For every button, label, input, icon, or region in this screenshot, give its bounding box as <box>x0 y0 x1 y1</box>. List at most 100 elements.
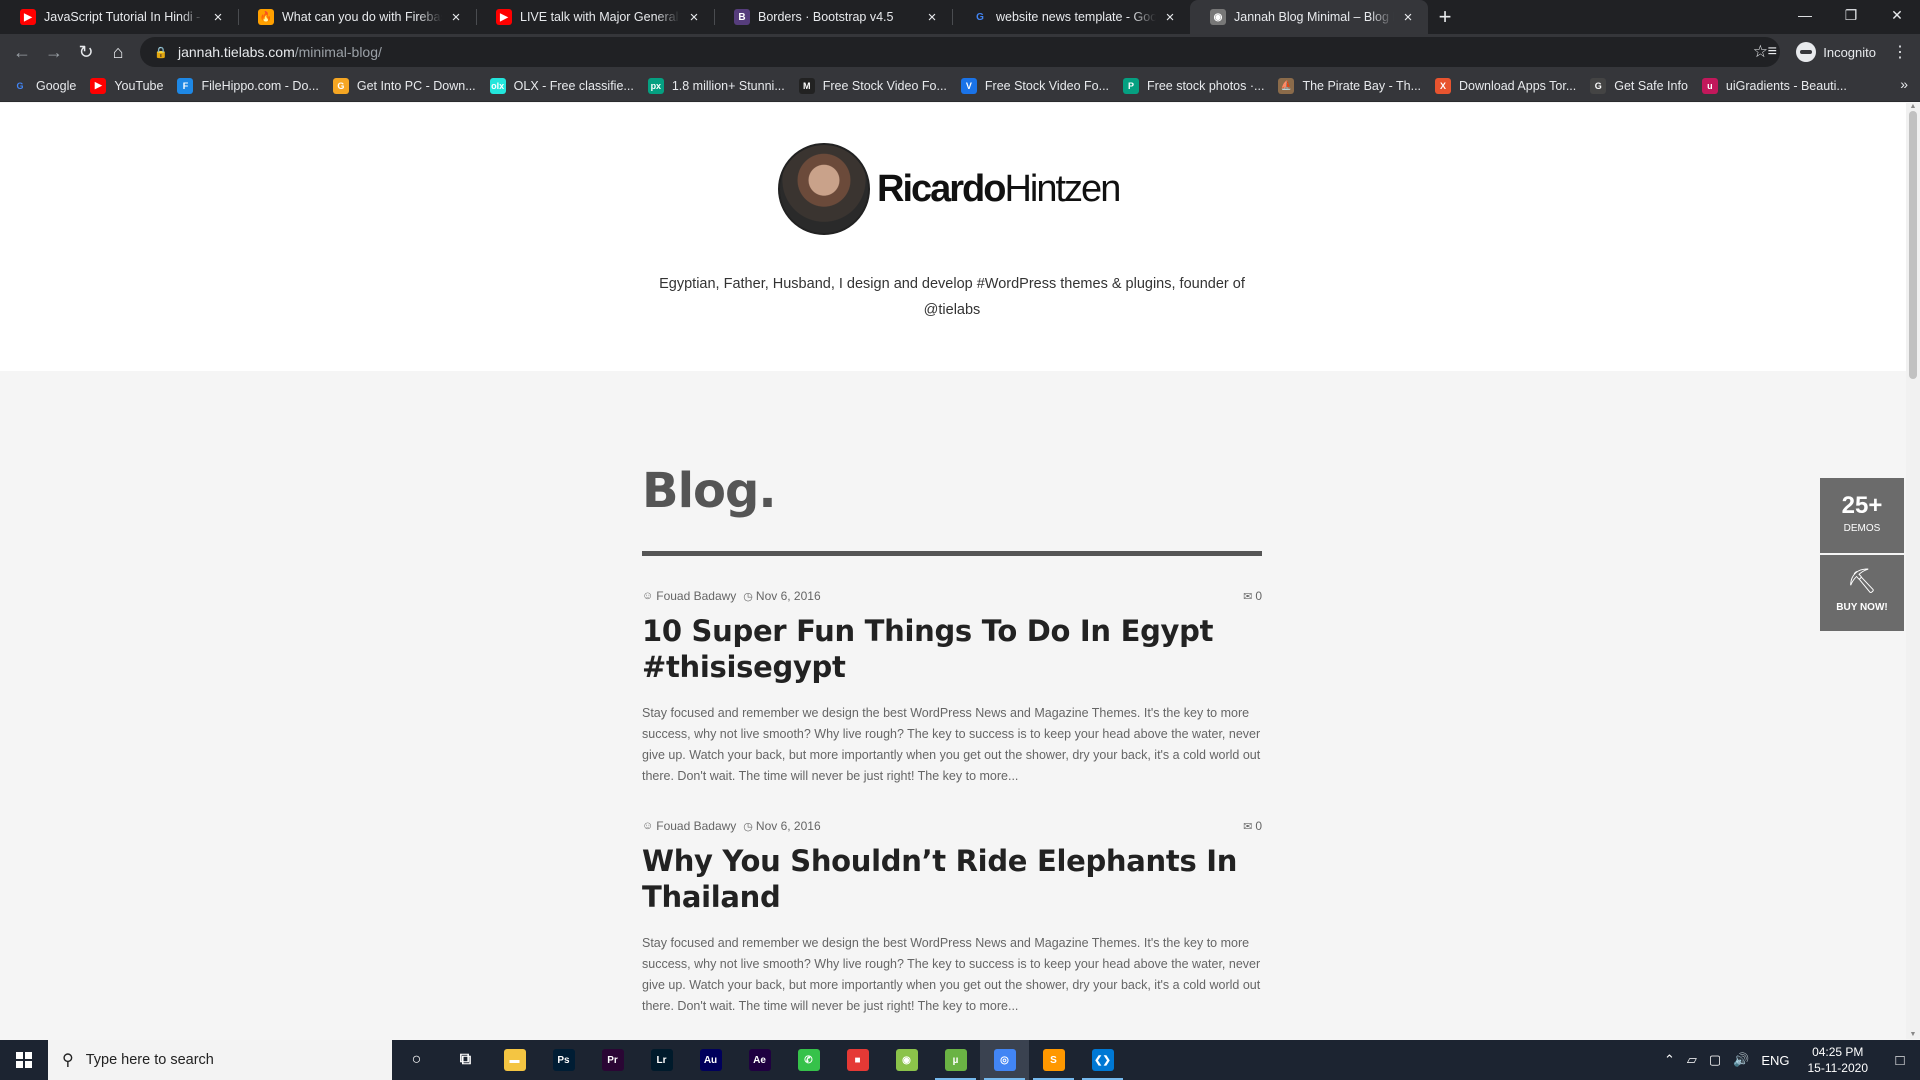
tab-close-icon[interactable]: × <box>924 9 940 26</box>
browser-tab[interactable]: 🔥 What can you do with Firebase × <box>238 0 476 34</box>
bookmark-item[interactable]: ⛵ The Pirate Bay - Th... <box>1278 77 1422 94</box>
scrollbar-thumb[interactable] <box>1909 111 1917 379</box>
browser-tab[interactable]: Gwebsite news template - Google × <box>952 0 1190 34</box>
network-icon[interactable]: ▱ <box>1687 1052 1697 1068</box>
forward-arrow-icon[interactable]: → <box>38 36 70 68</box>
bookmark-favicon-icon: olx <box>489 77 506 94</box>
taskbar-app[interactable]: Au <box>686 1040 735 1080</box>
google-icon: G <box>976 11 984 23</box>
scroll-up-icon[interactable]: ▲ <box>1909 103 1917 111</box>
scroll-down-icon[interactable]: ▼ <box>1909 1031 1917 1039</box>
taskbar-app[interactable]: Lr <box>637 1040 686 1080</box>
bookmark-item[interactable]: M Free Stock Video Fo... <box>798 77 947 94</box>
bookmark-item[interactable]: ▶ YouTube <box>90 77 163 94</box>
taskbar-app[interactable]: ⧉ <box>441 1040 490 1080</box>
bookmarks-overflow-icon[interactable]: » <box>1900 76 1908 92</box>
post-author[interactable]: Fouad Badawy <box>656 819 736 833</box>
start-button[interactable] <box>0 1040 48 1080</box>
bookmark-item[interactable]: G Get Into PC - Down... <box>332 77 476 94</box>
incognito-profile[interactable]: Incognito <box>1786 42 1886 62</box>
taskbar-app[interactable]: Ps <box>539 1040 588 1080</box>
bookmark-item[interactable]: olx OLX - Free classifie... <box>489 77 634 94</box>
post-date[interactable]: Nov 6, 2016 <box>756 589 821 603</box>
tab-close-icon[interactable]: × <box>448 9 464 26</box>
post-comments[interactable]: ✉ 0 <box>1243 819 1262 833</box>
bookmark-item[interactable]: G Google <box>12 78 76 94</box>
bookmark-item[interactable]: G Get Safe Info <box>1590 77 1688 94</box>
blog-section-header: Blog. <box>642 463 1262 556</box>
browser-tab-bar: ▶ JavaScript Tutorial In Hindi - You × 🔥 Wha… <box>0 0 1920 34</box>
post-comments[interactable]: ✉ 0 <box>1243 589 1262 603</box>
new-tab-button[interactable]: + <box>1428 0 1462 34</box>
taskbar-app[interactable]: S <box>1029 1040 1078 1080</box>
youtube-icon: ▶ <box>496 9 512 25</box>
reload-icon[interactable]: ↻ <box>70 36 102 68</box>
minimize-icon[interactable]: — <box>1782 0 1828 30</box>
taskbar-app[interactable]: ◎ <box>980 1040 1029 1080</box>
post-author[interactable]: Fouad Badawy <box>656 589 736 603</box>
bookmark-favicon-icon: G <box>1590 77 1607 94</box>
taskbar-app[interactable]: ◉ <box>882 1040 931 1080</box>
taskbar-app[interactable]: ▬ <box>490 1040 539 1080</box>
buy-now-widget[interactable]: ⛏ BUY NOW! <box>1820 555 1904 631</box>
post-excerpt: Stay focused and remember we design the … <box>642 936 1261 1013</box>
taskbar-app[interactable]: ■ <box>833 1040 882 1080</box>
tab-close-icon[interactable]: × <box>686 9 702 26</box>
bookmark-label: Download Apps Tor... <box>1459 78 1577 93</box>
bookmark-favicon-icon: X <box>1435 77 1452 94</box>
sublime-icon: S <box>1042 1049 1065 1071</box>
bookmark-label: The Pirate Bay - Th... <box>1302 78 1422 93</box>
bookmark-favicon-icon: V <box>960 77 977 94</box>
bookmark-favicon-icon: u <box>1701 77 1718 94</box>
taskbar-app[interactable]: ✆ <box>784 1040 833 1080</box>
bookmark-label: Free Stock Video Fo... <box>984 78 1110 93</box>
post-title[interactable]: Why You Shouldn’t Ride Elephants In Thai… <box>642 843 1262 915</box>
taskbar-app[interactable]: ❮❯ <box>1078 1040 1127 1080</box>
browser-tab[interactable]: B Borders · Bootstrap v4.5 × <box>714 0 952 34</box>
demos-widget[interactable]: 25+ DEMOS <box>1820 478 1904 553</box>
demos-count: 25+ <box>1841 492 1883 519</box>
bookmark-item[interactable]: X Download Apps Tor... <box>1435 77 1577 94</box>
browser-tab[interactable]: ▶ JavaScript Tutorial In Hindi - You × <box>0 0 238 34</box>
bookmark-label: uiGradients - Beauti... <box>1725 78 1847 93</box>
blog-title: Blog. <box>642 463 777 519</box>
post-date[interactable]: Nov 6, 2016 <box>756 819 821 833</box>
tray-chevron-icon[interactable]: ⌃ <box>1664 1052 1675 1068</box>
bookmark-item[interactable]: F FileHippo.com - Do... <box>177 77 319 94</box>
language-indicator[interactable]: ENG <box>1761 1053 1789 1068</box>
tab-close-icon[interactable]: × <box>1400 9 1416 26</box>
browser-tab[interactable]: ◉ Jannah Blog Minimal – Blog Mag × <box>1190 0 1428 34</box>
bookmark-item[interactable]: px 1.8 million+ Stunni... <box>647 77 785 94</box>
toolbar-right: ≡ Incognito ⋮ <box>1758 34 1920 70</box>
restore-icon[interactable]: ❐ <box>1828 0 1874 30</box>
browser-tab[interactable]: ▶ LIVE talk with Major General VPS × <box>476 0 714 34</box>
taskbar-app[interactable]: Ae <box>735 1040 784 1080</box>
taskbar-app[interactable]: Pr <box>588 1040 637 1080</box>
address-bar[interactable]: 🔒 jannah.tielabs.com/minimal-blog/ ☆ <box>140 37 1780 67</box>
back-arrow-icon[interactable]: ← <box>6 36 38 68</box>
bookmark-favicon-icon: G <box>16 80 24 91</box>
bookmark-item[interactable]: u uiGradients - Beauti... <box>1701 77 1847 94</box>
browser-menu-icon[interactable]: ⋮ <box>1886 42 1914 62</box>
demos-label: DEMOS <box>1843 523 1881 534</box>
taskbar-app[interactable]: µ <box>931 1040 980 1080</box>
display-icon[interactable]: ▢ <box>1709 1052 1721 1068</box>
tab-close-icon[interactable]: × <box>1162 9 1178 26</box>
close-icon[interactable]: ✕ <box>1874 0 1920 30</box>
bookmark-item[interactable]: V Free Stock Video Fo... <box>960 77 1110 94</box>
clock[interactable]: 04:25 PM 15-11-2020 <box>1808 1044 1869 1076</box>
page-scrollbar[interactable]: ▲ ▼ <box>1906 103 1920 1039</box>
tab-close-icon[interactable]: × <box>210 9 226 26</box>
taskbar-app[interactable]: ○ <box>392 1040 441 1080</box>
taskbar-search-input[interactable]: ⚲ Type here to search <box>48 1040 392 1080</box>
volume-icon[interactable]: 🔊 <box>1733 1052 1749 1068</box>
post-item: ☺ Fouad Badawy ◷ Nov 6, 2016 ✉ 0 10 Super… <box>642 589 1262 787</box>
logo-last-name: Hintzen <box>1004 167 1121 210</box>
reading-list-icon[interactable]: ≡ <box>1758 43 1786 61</box>
notification-icon[interactable]: □ <box>1880 1052 1920 1069</box>
home-icon[interactable]: ⌂ <box>102 36 134 68</box>
site-logo[interactable]: RicardoHintzen <box>778 143 1121 235</box>
pinned-apps: ○ ⧉ ▬ Ps Pr Lr Au Ae ✆ ■ ◉ µ ◎ S ❮❯ <box>392 1040 1127 1080</box>
bookmark-item[interactable]: P Free stock photos ·... <box>1123 77 1264 94</box>
post-title[interactable]: 10 Super Fun Things To Do In Egypt #this… <box>642 613 1262 685</box>
